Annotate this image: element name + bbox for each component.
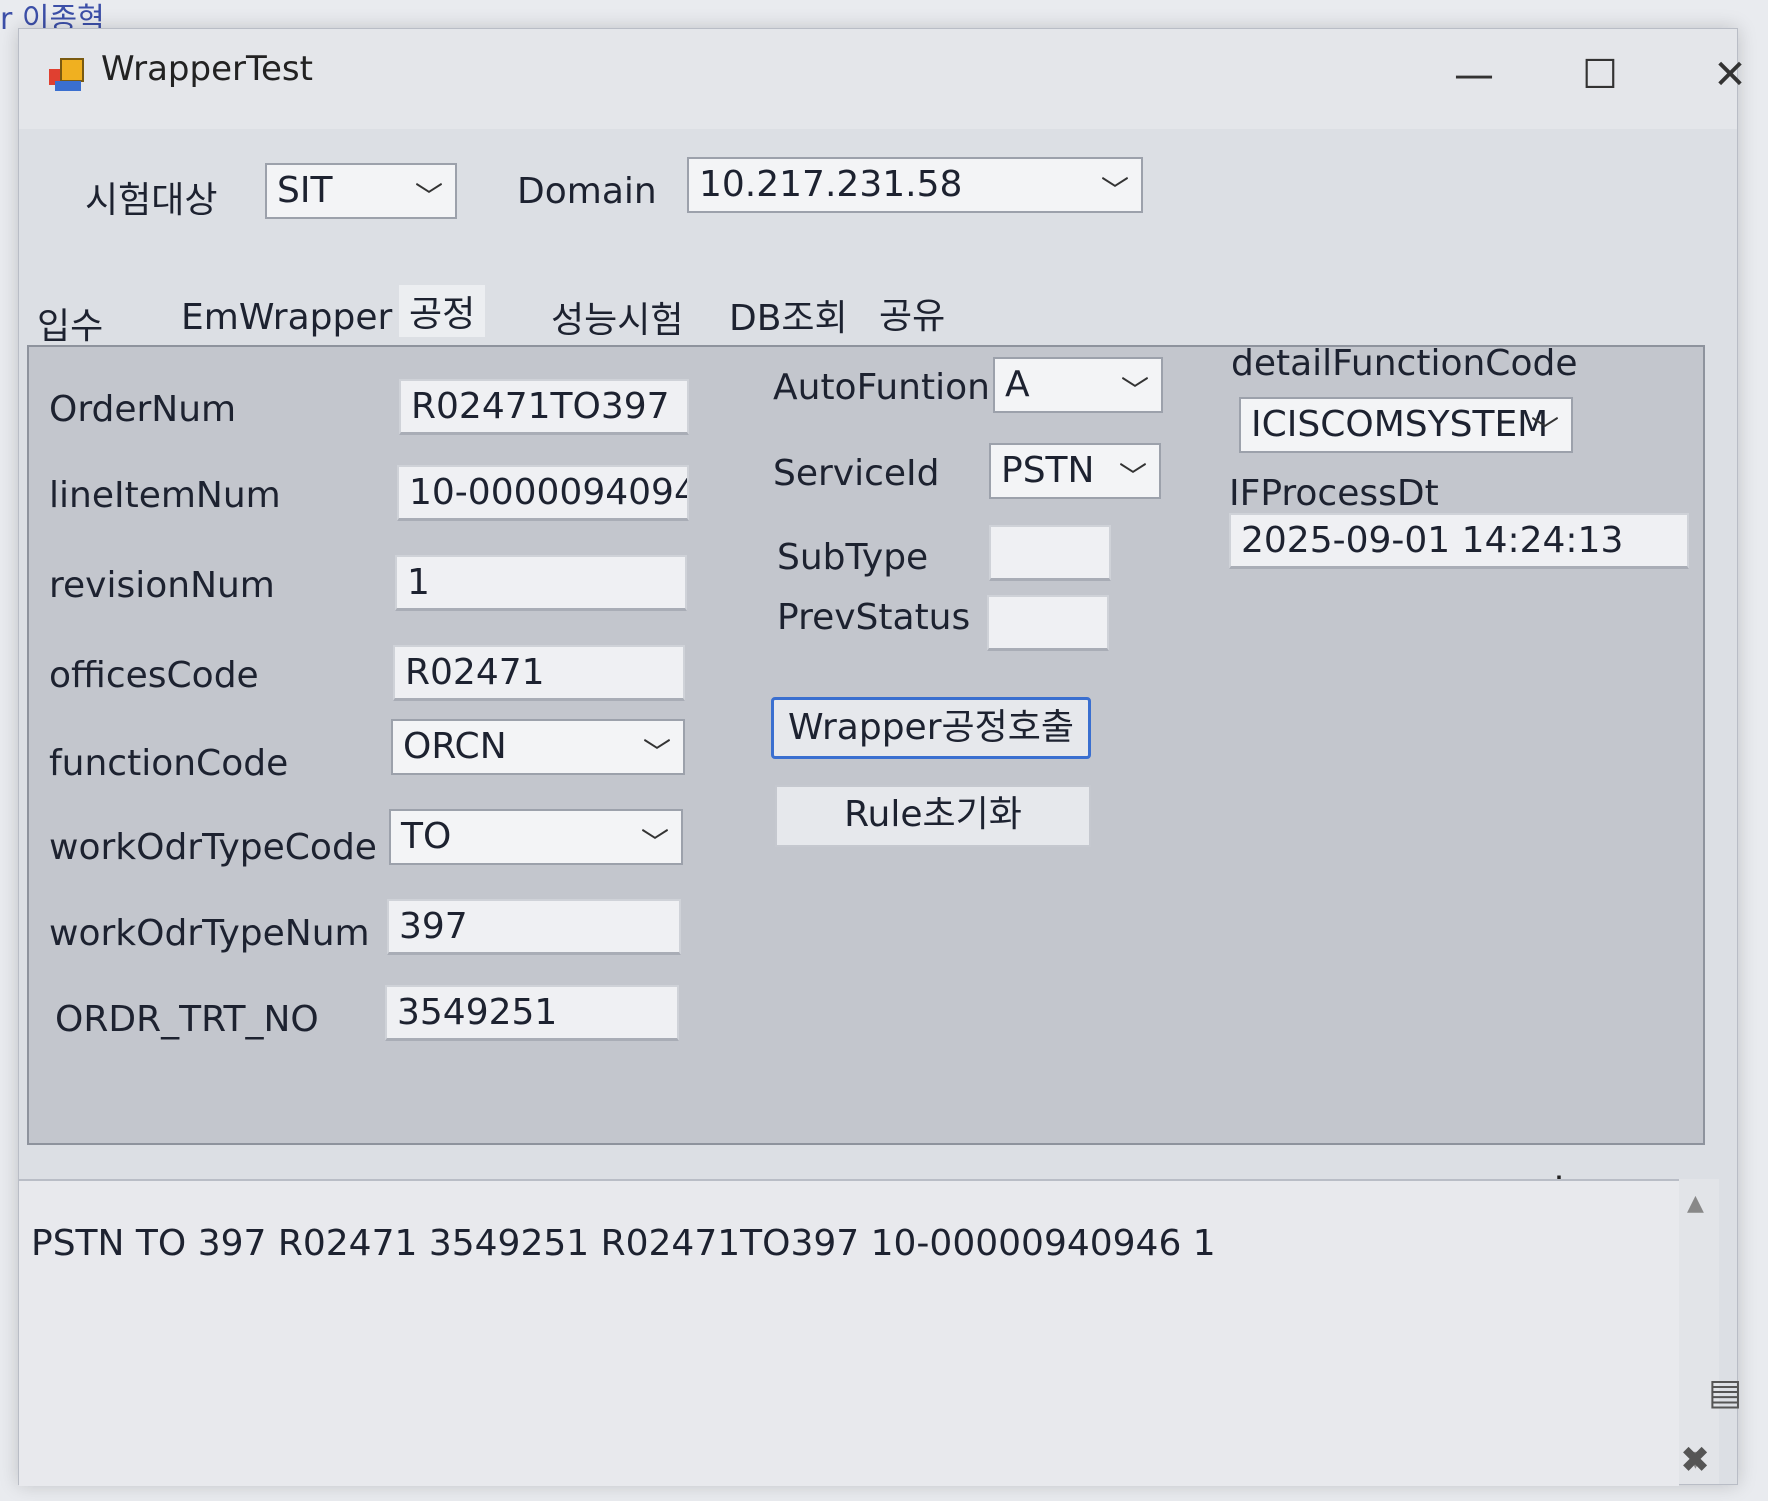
line-item-num-field[interactable]: 10-00000940946: [397, 465, 689, 521]
minimize-button[interactable]: —: [1439, 45, 1509, 105]
domain-value: 10.217.231.58: [699, 164, 963, 205]
auto-function-label: AutoFuntion: [773, 367, 990, 408]
if-process-dt-field[interactable]: 2025-09-01 14:24:13: [1229, 513, 1689, 569]
tab-process[interactable]: 공정: [399, 285, 486, 337]
line-item-num-label: lineItemNum: [49, 475, 281, 516]
wrapper-test-window: WrapperTest — ☐ ✕ 시험대상 SIT ﹀ Domain 10.2…: [18, 28, 1747, 1486]
detail-function-code-combo[interactable]: ICISCOMSYSTEM ﹀: [1239, 397, 1573, 453]
if-process-dt-label: IFProcessDt: [1229, 473, 1439, 514]
service-id-label: ServiceId: [773, 453, 940, 494]
tool-icon[interactable]: ✖: [1680, 1440, 1710, 1481]
work-odr-type-code-label: workOdrTypeCode: [49, 827, 377, 868]
maximize-button[interactable]: ☐: [1565, 45, 1635, 105]
revision-num-label: revisionNum: [49, 565, 275, 606]
order-num-field[interactable]: R02471TO397: [399, 379, 689, 435]
title-bar: WrapperTest — ☐ ✕: [19, 29, 1747, 129]
output-log-textbox[interactable]: PSTN TO 397 R02471 3549251 R02471TO397 1…: [19, 1179, 1679, 1486]
chevron-down-icon: ﹀: [1100, 174, 1129, 207]
service-id-combo[interactable]: PSTN ﹀: [989, 443, 1161, 499]
sub-type-field[interactable]: [989, 525, 1111, 581]
chevron-down-icon: ﹀: [1120, 374, 1149, 407]
scroll-up-icon[interactable]: ▲: [1687, 1191, 1704, 1216]
auto-function-combo[interactable]: A ﹀: [993, 357, 1163, 413]
detail-function-code-label: detailFunctionCode: [1231, 343, 1578, 384]
target-value: SIT: [277, 170, 333, 211]
grid-icon[interactable]: ▤: [1708, 1372, 1742, 1413]
target-combo[interactable]: SIT ﹀: [265, 163, 457, 219]
service-id-value: PSTN: [1001, 450, 1095, 491]
ordr-trt-no-label: ORDR_TRT_NO: [55, 999, 319, 1040]
app-icon: [49, 58, 84, 91]
domain-combo[interactable]: 10.217.231.58 ﹀: [687, 157, 1143, 213]
tab-intake[interactable]: 입수: [37, 297, 103, 349]
function-code-label: functionCode: [49, 743, 289, 784]
chevron-down-icon: ﹀: [1118, 460, 1147, 493]
tab-share[interactable]: 공유: [879, 287, 945, 339]
chevron-down-icon: ﹀: [642, 736, 671, 769]
sub-type-label: SubType: [777, 537, 929, 578]
order-num-label: OrderNum: [49, 389, 237, 430]
work-odr-type-num-field[interactable]: 397: [387, 899, 681, 955]
work-odr-type-num-label: workOdrTypeNum: [49, 913, 370, 954]
work-odr-type-code-combo[interactable]: TO ﹀: [389, 809, 683, 865]
output-log-line: PSTN TO 397 R02471 3549251 R02471TO397 1…: [31, 1223, 1216, 1264]
close-button[interactable]: ✕: [1695, 45, 1765, 105]
function-code-combo[interactable]: ORCN ﹀: [391, 719, 685, 775]
offices-code-label: officesCode: [49, 655, 259, 696]
chevron-down-icon: ﹀: [1530, 414, 1559, 447]
function-code-value: ORCN: [403, 726, 507, 767]
auto-function-value: A: [1005, 364, 1030, 405]
domain-label: Domain: [517, 171, 657, 212]
chevron-down-icon: ﹀: [640, 826, 669, 859]
window-title: WrapperTest: [101, 49, 313, 89]
target-label: 시험대상: [85, 180, 218, 221]
ordr-trt-no-field[interactable]: 3549251: [385, 985, 679, 1041]
wrapper-process-call-button[interactable]: Wrapper공정호출: [771, 697, 1091, 759]
chevron-down-icon: ﹀: [414, 180, 443, 213]
tab-performance-test[interactable]: 성능시험: [551, 291, 683, 343]
tab-emwrapper[interactable]: EmWrapper: [181, 297, 392, 338]
revision-num-field[interactable]: 1: [395, 555, 687, 611]
prev-status-field[interactable]: [987, 595, 1109, 651]
detail-function-code-value: ICISCOMSYSTEM: [1251, 404, 1549, 445]
tab-db-query[interactable]: DB조회: [729, 289, 848, 341]
work-odr-type-code-value: TO: [401, 816, 452, 857]
offices-code-field[interactable]: R02471: [393, 645, 685, 701]
output-scrollbar[interactable]: ▲ ▼: [1679, 1179, 1719, 1484]
rule-reset-button[interactable]: Rule초기화: [775, 785, 1091, 847]
prev-status-label: PrevStatus: [777, 597, 971, 638]
